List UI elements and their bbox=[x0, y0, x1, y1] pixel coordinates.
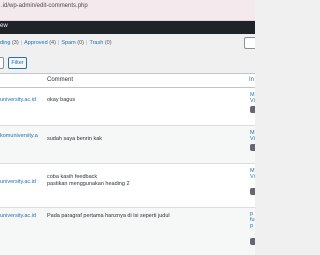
comment-text: Pada paragraf pertama hanznya di isi sep… bbox=[47, 213, 170, 219]
filter-pending[interactable]: ding (3) bbox=[0, 40, 19, 46]
column-header-comment: Comment bbox=[47, 77, 74, 83]
comment-count-bubble[interactable] bbox=[250, 144, 255, 151]
filter-button[interactable]: Filter bbox=[8, 57, 27, 69]
column-header-in-response-to[interactable]: In bbox=[249, 77, 254, 83]
bulk-action-select[interactable] bbox=[0, 57, 4, 69]
comment-author-email[interactable]: university.ac.id bbox=[0, 97, 36, 103]
filter-approved-label: Approved bbox=[24, 40, 48, 46]
wp-admin-bar: ew bbox=[0, 21, 255, 34]
comment-author-email[interactable]: komuniversity.a bbox=[0, 133, 38, 139]
comment-text: okay bagus bbox=[47, 97, 76, 103]
admin-bar-item[interactable]: ew bbox=[0, 23, 8, 29]
comment-author-email[interactable]: university.ac.id bbox=[0, 179, 36, 185]
filter-pending-label: ding bbox=[0, 40, 11, 46]
filter-separator: | bbox=[20, 40, 23, 46]
comment-text-line-2: pastikan menggunakan heading 2 bbox=[47, 181, 130, 187]
table-row[interactable]: komuniversity.a sudah saya benrin kak M … bbox=[0, 126, 255, 164]
table-row[interactable]: university.ac.id okay bagus M Vi bbox=[0, 88, 255, 126]
filter-spam-label: Spam bbox=[61, 40, 76, 46]
comment-text: coba kasih feedback bbox=[47, 174, 98, 180]
filter-trash-count: (0) bbox=[104, 40, 112, 46]
screen: .id/wp-admin/edit-comments.php ew ding (… bbox=[0, 0, 255, 255]
browser-address-bar[interactable]: .id/wp-admin/edit-comments.php bbox=[0, 0, 255, 21]
response-post-link-line-3[interactable]: p bbox=[250, 223, 253, 229]
filter-separator: | bbox=[86, 40, 88, 46]
filter-separator: | bbox=[57, 40, 60, 46]
response-view-link[interactable]: Vi bbox=[250, 98, 255, 104]
table-header: Comment In bbox=[0, 74, 255, 88]
comment-text: sudah saya benrin kak bbox=[47, 136, 103, 142]
comment-count-bubble[interactable] bbox=[250, 106, 255, 113]
filter-approved-count: (4) bbox=[49, 40, 56, 46]
filter-approved[interactable]: Approved (4) bbox=[24, 40, 56, 46]
comment-status-filters: ding (3) | Approved (4) | Spam (0) | Trash (0) bbox=[0, 40, 112, 46]
table-row[interactable]: university.ac.id coba kasih feedback pas… bbox=[0, 164, 255, 208]
filter-trash[interactable]: Trash (0) bbox=[89, 40, 111, 46]
response-view-link[interactable]: Vi bbox=[250, 136, 255, 142]
filter-trash-label: Trash bbox=[89, 40, 104, 46]
comment-count-bubble[interactable] bbox=[250, 188, 255, 195]
comment-author-email[interactable]: university.ac.id bbox=[0, 213, 36, 219]
comment-count-bubble[interactable] bbox=[250, 238, 255, 245]
filter-pending-count: (3) bbox=[11, 40, 19, 46]
search-comments-input[interactable] bbox=[244, 37, 255, 49]
url-text[interactable]: .id/wp-admin/edit-comments.php bbox=[1, 3, 88, 9]
comments-table: Comment In university.ac.id okay bagus M… bbox=[0, 73, 255, 255]
table-row[interactable]: university.ac.id Pada paragraf pertama h… bbox=[0, 208, 255, 255]
filter-spam[interactable]: Spam (0) bbox=[61, 40, 84, 46]
filter-spam-count: (0) bbox=[77, 40, 84, 46]
response-view-link[interactable]: Vi bbox=[250, 174, 255, 180]
